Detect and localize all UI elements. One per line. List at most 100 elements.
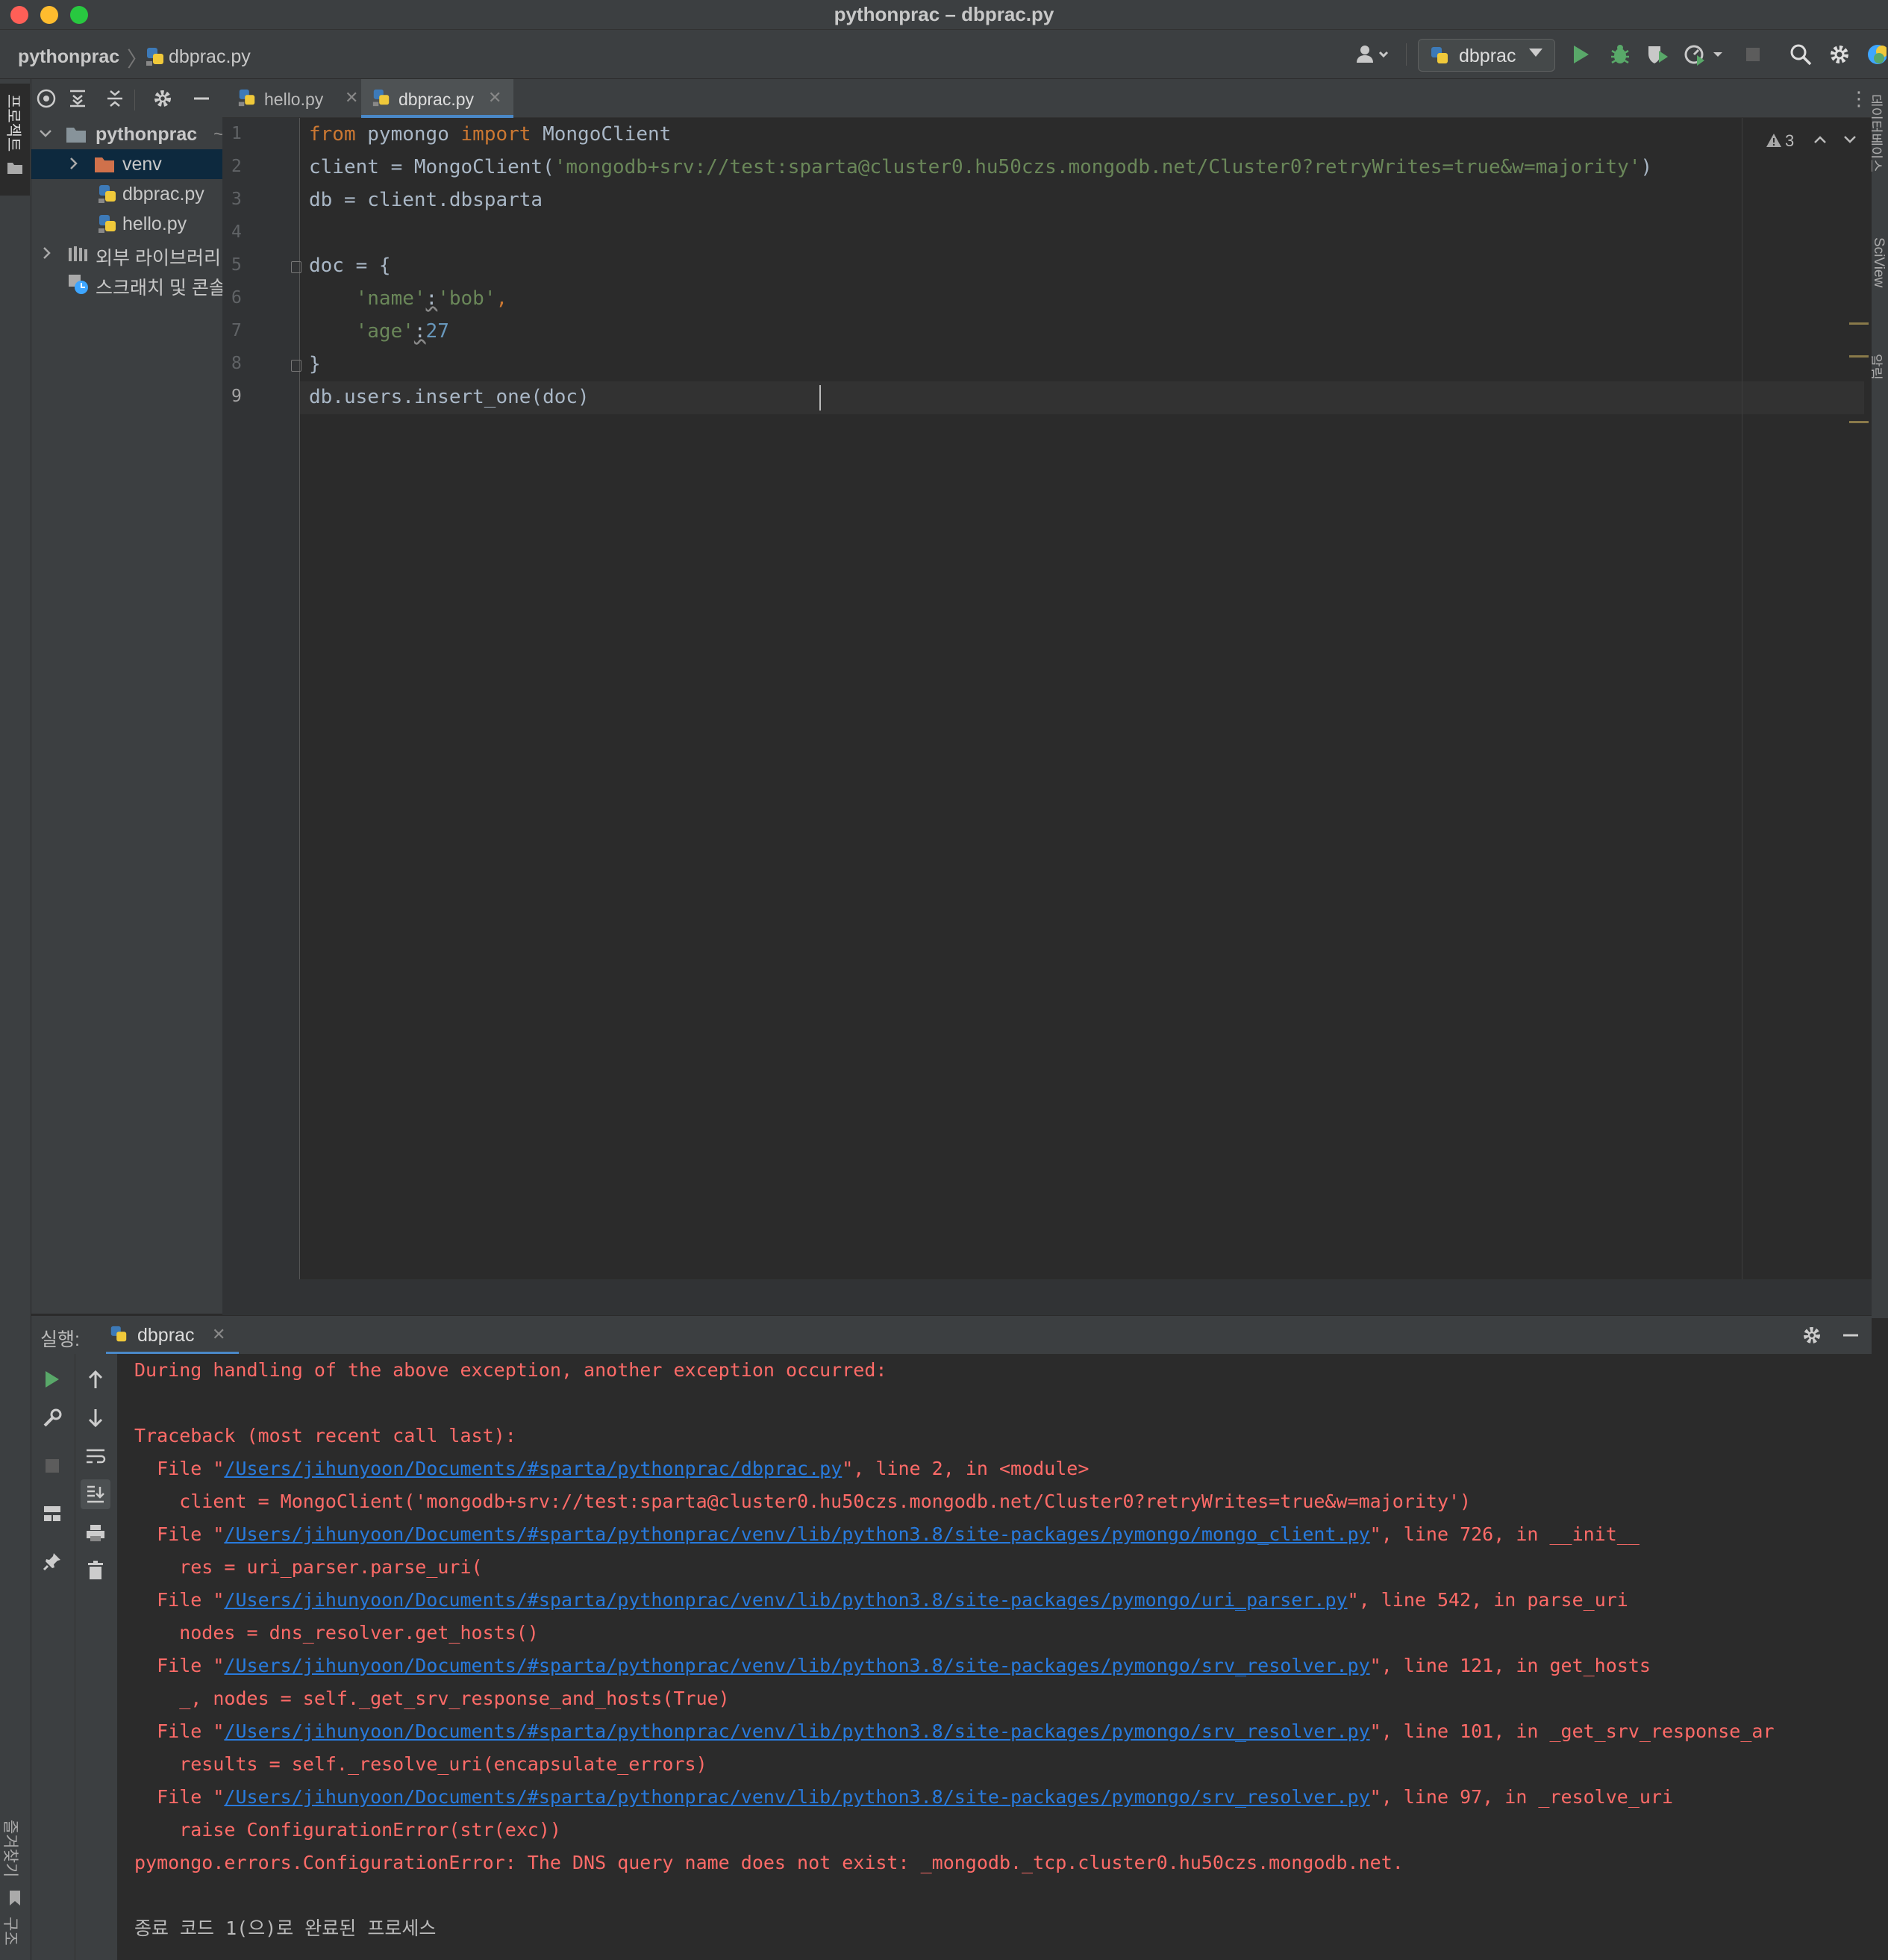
warning-icon xyxy=(1766,134,1781,147)
stop-icon[interactable] xyxy=(1740,42,1766,67)
settings-gear-icon[interactable] xyxy=(1827,42,1852,67)
hide-run-panel-icon[interactable] xyxy=(1836,1320,1866,1350)
run-configuration-label: dbprac xyxy=(1459,46,1516,66)
stop-run-icon[interactable] xyxy=(37,1451,67,1481)
down-stack-frame-icon[interactable] xyxy=(81,1403,110,1433)
previous-highlight-icon[interactable] xyxy=(1813,134,1827,145)
traceback-frame: File "/Users/jihunyoon/Documents/#sparta… xyxy=(134,1452,1089,1485)
scratches-icon xyxy=(69,275,88,294)
coverage-icon[interactable] xyxy=(1645,42,1670,67)
file-path-link[interactable]: /Users/jihunyoon/Documents/#sparta/pytho… xyxy=(224,1720,1369,1742)
tree-item-label: dbprac.py xyxy=(122,184,204,205)
structure-tool-tab[interactable]: 구조 xyxy=(0,1917,30,1960)
file-path-link[interactable]: /Users/jihunyoon/Documents/#sparta/pytho… xyxy=(224,1458,842,1479)
frame-location: ", line 542, in parse_uri xyxy=(1347,1589,1628,1611)
traceback-frame: File "/Users/jihunyoon/Documents/#sparta… xyxy=(134,1584,1628,1617)
traceback-code: nodes = dns_resolver.get_hosts() xyxy=(134,1622,539,1644)
close-tab-icon[interactable]: ✕ xyxy=(345,88,358,107)
breadcrumb-file[interactable]: dbprac.py xyxy=(169,46,251,68)
line-number: 5 xyxy=(231,255,242,275)
toolbar-divider xyxy=(134,90,135,110)
breadcrumb-project[interactable]: pythonprac xyxy=(18,46,119,68)
tab-dbprac-py[interactable]: dbprac.py ✕ xyxy=(361,79,513,118)
collapse-all-icon[interactable] xyxy=(100,84,130,113)
tree-root-pythonprac[interactable]: pythonprac ~ xyxy=(31,119,222,149)
code-line-7: 'age':27 xyxy=(309,315,449,348)
run-settings-gear-icon[interactable] xyxy=(1797,1320,1827,1350)
close-tab-icon[interactable]: ✕ xyxy=(488,88,501,107)
console-line: During handling of the above exception, … xyxy=(134,1359,887,1381)
tree-item-scratches[interactable]: 스크래치 및 콘솔 xyxy=(31,269,222,299)
error-stripe-mark[interactable] xyxy=(1849,322,1869,325)
error-stripe-mark[interactable] xyxy=(1849,355,1869,358)
sciview-tool-tab[interactable]: SciView xyxy=(1870,237,1887,287)
tree-item-label: hello.py xyxy=(122,213,187,234)
frame-location: ", line 2, in <module> xyxy=(842,1458,1090,1479)
rerun-icon[interactable] xyxy=(37,1364,67,1394)
traceback-code: results = self._resolve_uri(encapsulate_… xyxy=(134,1753,707,1775)
more-tabs-icon[interactable]: ⋮ xyxy=(1849,87,1869,110)
code-token: : xyxy=(425,287,438,310)
code-line-8: } xyxy=(309,353,321,375)
horizontal-scrollbar[interactable] xyxy=(222,1279,1872,1315)
favorites-tool-tab[interactable]: 즐겨찾기 xyxy=(0,1820,30,1909)
debug-icon[interactable] xyxy=(1607,42,1633,67)
print-icon[interactable] xyxy=(81,1518,110,1548)
tree-item-venv[interactable]: venv xyxy=(31,149,222,179)
wrench-icon[interactable] xyxy=(37,1403,67,1433)
module-token: pymongo xyxy=(355,123,461,146)
python-file-icon xyxy=(99,185,116,203)
close-run-tab-icon[interactable]: ✕ xyxy=(212,1325,225,1344)
file-path-link[interactable]: /Users/jihunyoon/Documents/#sparta/pytho… xyxy=(224,1523,1369,1545)
window-title: pythonprac – dbprac.py xyxy=(834,3,1054,25)
code-editor[interactable]: 1 2 3 4 5 6 7 8 9 from pymongo import Mo… xyxy=(222,118,1872,1315)
fold-marker-icon[interactable] xyxy=(291,261,301,273)
run-configuration-select[interactable]: dbprac xyxy=(1418,39,1555,72)
project-panel: pythonprac ~ venv dbprac.py hello.py 외부 … xyxy=(31,79,222,1314)
traceback-frame: File "/Users/jihunyoon/Documents/#sparta… xyxy=(134,1518,1640,1551)
tree-item-dbprac-py[interactable]: dbprac.py xyxy=(31,179,222,209)
account-icon[interactable] xyxy=(1352,42,1394,67)
file-path-link[interactable]: /Users/jihunyoon/Documents/#sparta/pytho… xyxy=(224,1655,1369,1676)
soft-wrap-icon[interactable] xyxy=(81,1442,110,1472)
tab-label: dbprac.py xyxy=(398,90,475,109)
gear-icon[interactable] xyxy=(148,84,178,113)
fold-marker-icon[interactable] xyxy=(291,360,301,372)
select-opened-file-icon[interactable] xyxy=(31,84,61,113)
file-path-link[interactable]: /Users/jihunyoon/Documents/#sparta/pytho… xyxy=(224,1589,1347,1611)
run-toolbar xyxy=(31,1354,118,1960)
scroll-to-end-icon[interactable] xyxy=(81,1479,110,1509)
file-path-link[interactable]: /Users/jihunyoon/Documents/#sparta/pytho… xyxy=(224,1786,1369,1808)
line-number: 2 xyxy=(231,157,242,176)
inspection-widget[interactable]: 3 xyxy=(1766,128,1863,154)
tree-item-hello-py[interactable]: hello.py xyxy=(31,209,222,239)
tree-root-label: pythonprac xyxy=(96,124,198,145)
console-output[interactable]: During handling of the above exception, … xyxy=(118,1354,1872,1960)
tab-hello-py[interactable]: hello.py ✕ xyxy=(231,79,366,118)
error-message: pymongo.errors.ConfigurationError: The D… xyxy=(134,1852,1404,1873)
layout-icon[interactable] xyxy=(37,1499,67,1529)
line-number: 1 xyxy=(231,124,242,143)
trash-icon[interactable] xyxy=(81,1555,110,1585)
run-panel-header: 실행: dbprac ✕ xyxy=(31,1315,1872,1355)
tree-item-external-libraries[interactable]: 외부 라이브러리 xyxy=(31,239,222,269)
run-tab-dbprac[interactable]: dbprac ✕ xyxy=(106,1316,239,1355)
string-token: 'bob' xyxy=(437,287,496,310)
keyword-token: from xyxy=(309,123,356,146)
next-highlight-icon[interactable] xyxy=(1843,134,1857,145)
hide-panel-icon[interactable] xyxy=(187,84,216,113)
search-icon[interactable] xyxy=(1788,42,1813,67)
plugin-logo-icon[interactable] xyxy=(1863,42,1888,67)
error-stripe-mark[interactable] xyxy=(1849,421,1869,423)
text-cursor xyxy=(819,385,821,411)
bookmark-icon xyxy=(10,1891,20,1906)
exit-status: 종료 코드 1(으)로 완료된 프로세스 xyxy=(134,1917,437,1939)
project-tool-tab[interactable]: 프로젝트 xyxy=(0,84,30,196)
expand-all-icon[interactable] xyxy=(63,84,93,113)
profiler-icon[interactable] xyxy=(1682,42,1727,67)
line-number: 6 xyxy=(231,288,242,308)
run-icon[interactable] xyxy=(1569,42,1594,67)
pin-tab-icon[interactable] xyxy=(37,1547,67,1576)
up-stack-frame-icon[interactable] xyxy=(81,1364,110,1394)
editor-tab-bar: hello.py ✕ dbprac.py ✕ ⋮ xyxy=(222,79,1872,118)
